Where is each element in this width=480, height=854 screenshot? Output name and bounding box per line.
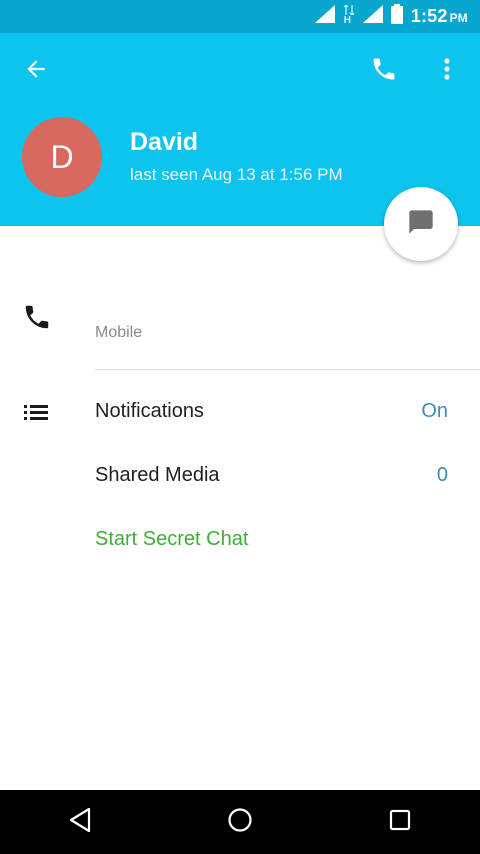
status-icons: H 1:52 PM: [314, 3, 468, 29]
list-icon: [24, 403, 50, 428]
nav-back-button[interactable]: [50, 792, 110, 852]
shared-media-row[interactable]: Shared Media 0: [0, 450, 480, 504]
arrow-left-icon: [23, 56, 49, 87]
notifications-row[interactable]: Notifications On: [0, 386, 480, 440]
nav-home-icon: [227, 807, 253, 838]
start-secret-chat-button[interactable]: Start Secret Chat: [0, 514, 480, 568]
nav-recents-button[interactable]: [370, 792, 430, 852]
shared-media-label: Shared Media: [95, 464, 220, 486]
phone-icon: [22, 302, 52, 337]
clock-ampm: PM: [449, 10, 468, 25]
battery-icon: [390, 3, 403, 29]
network-type-label: H: [343, 15, 351, 26]
phone-type-label: Mobile: [95, 324, 143, 341]
nav-recents-icon: [388, 808, 412, 837]
notifications-value: On: [421, 400, 448, 422]
divider: [95, 369, 480, 370]
clock-time: 1:52: [410, 5, 448, 26]
more-options-button[interactable]: [432, 53, 462, 89]
phone-icon: [370, 55, 398, 88]
back-button[interactable]: [20, 55, 52, 87]
status-bar: H 1:52 PM: [0, 0, 480, 33]
last-seen-status: last seen Aug 13 at 1:56 PM: [130, 165, 343, 184]
navigation-bar: [0, 790, 480, 854]
avatar[interactable]: D: [22, 117, 102, 197]
status-time: 1:52 PM: [411, 6, 468, 27]
shared-media-count: 0: [436, 464, 448, 486]
contact-name: David: [130, 128, 199, 156]
send-message-button[interactable]: [384, 187, 458, 261]
notifications-label: Notifications: [95, 400, 204, 422]
signal-icon: [362, 4, 383, 28]
network-type-indicator: H: [343, 5, 355, 27]
message-icon: [407, 208, 435, 241]
nav-home-button[interactable]: [210, 792, 270, 852]
nav-back-icon: [68, 807, 92, 838]
signal-icon: [314, 4, 335, 28]
start-secret-chat-label: Start Secret Chat: [95, 528, 249, 550]
call-button[interactable]: [366, 53, 402, 89]
more-vertical-icon: [443, 57, 451, 86]
